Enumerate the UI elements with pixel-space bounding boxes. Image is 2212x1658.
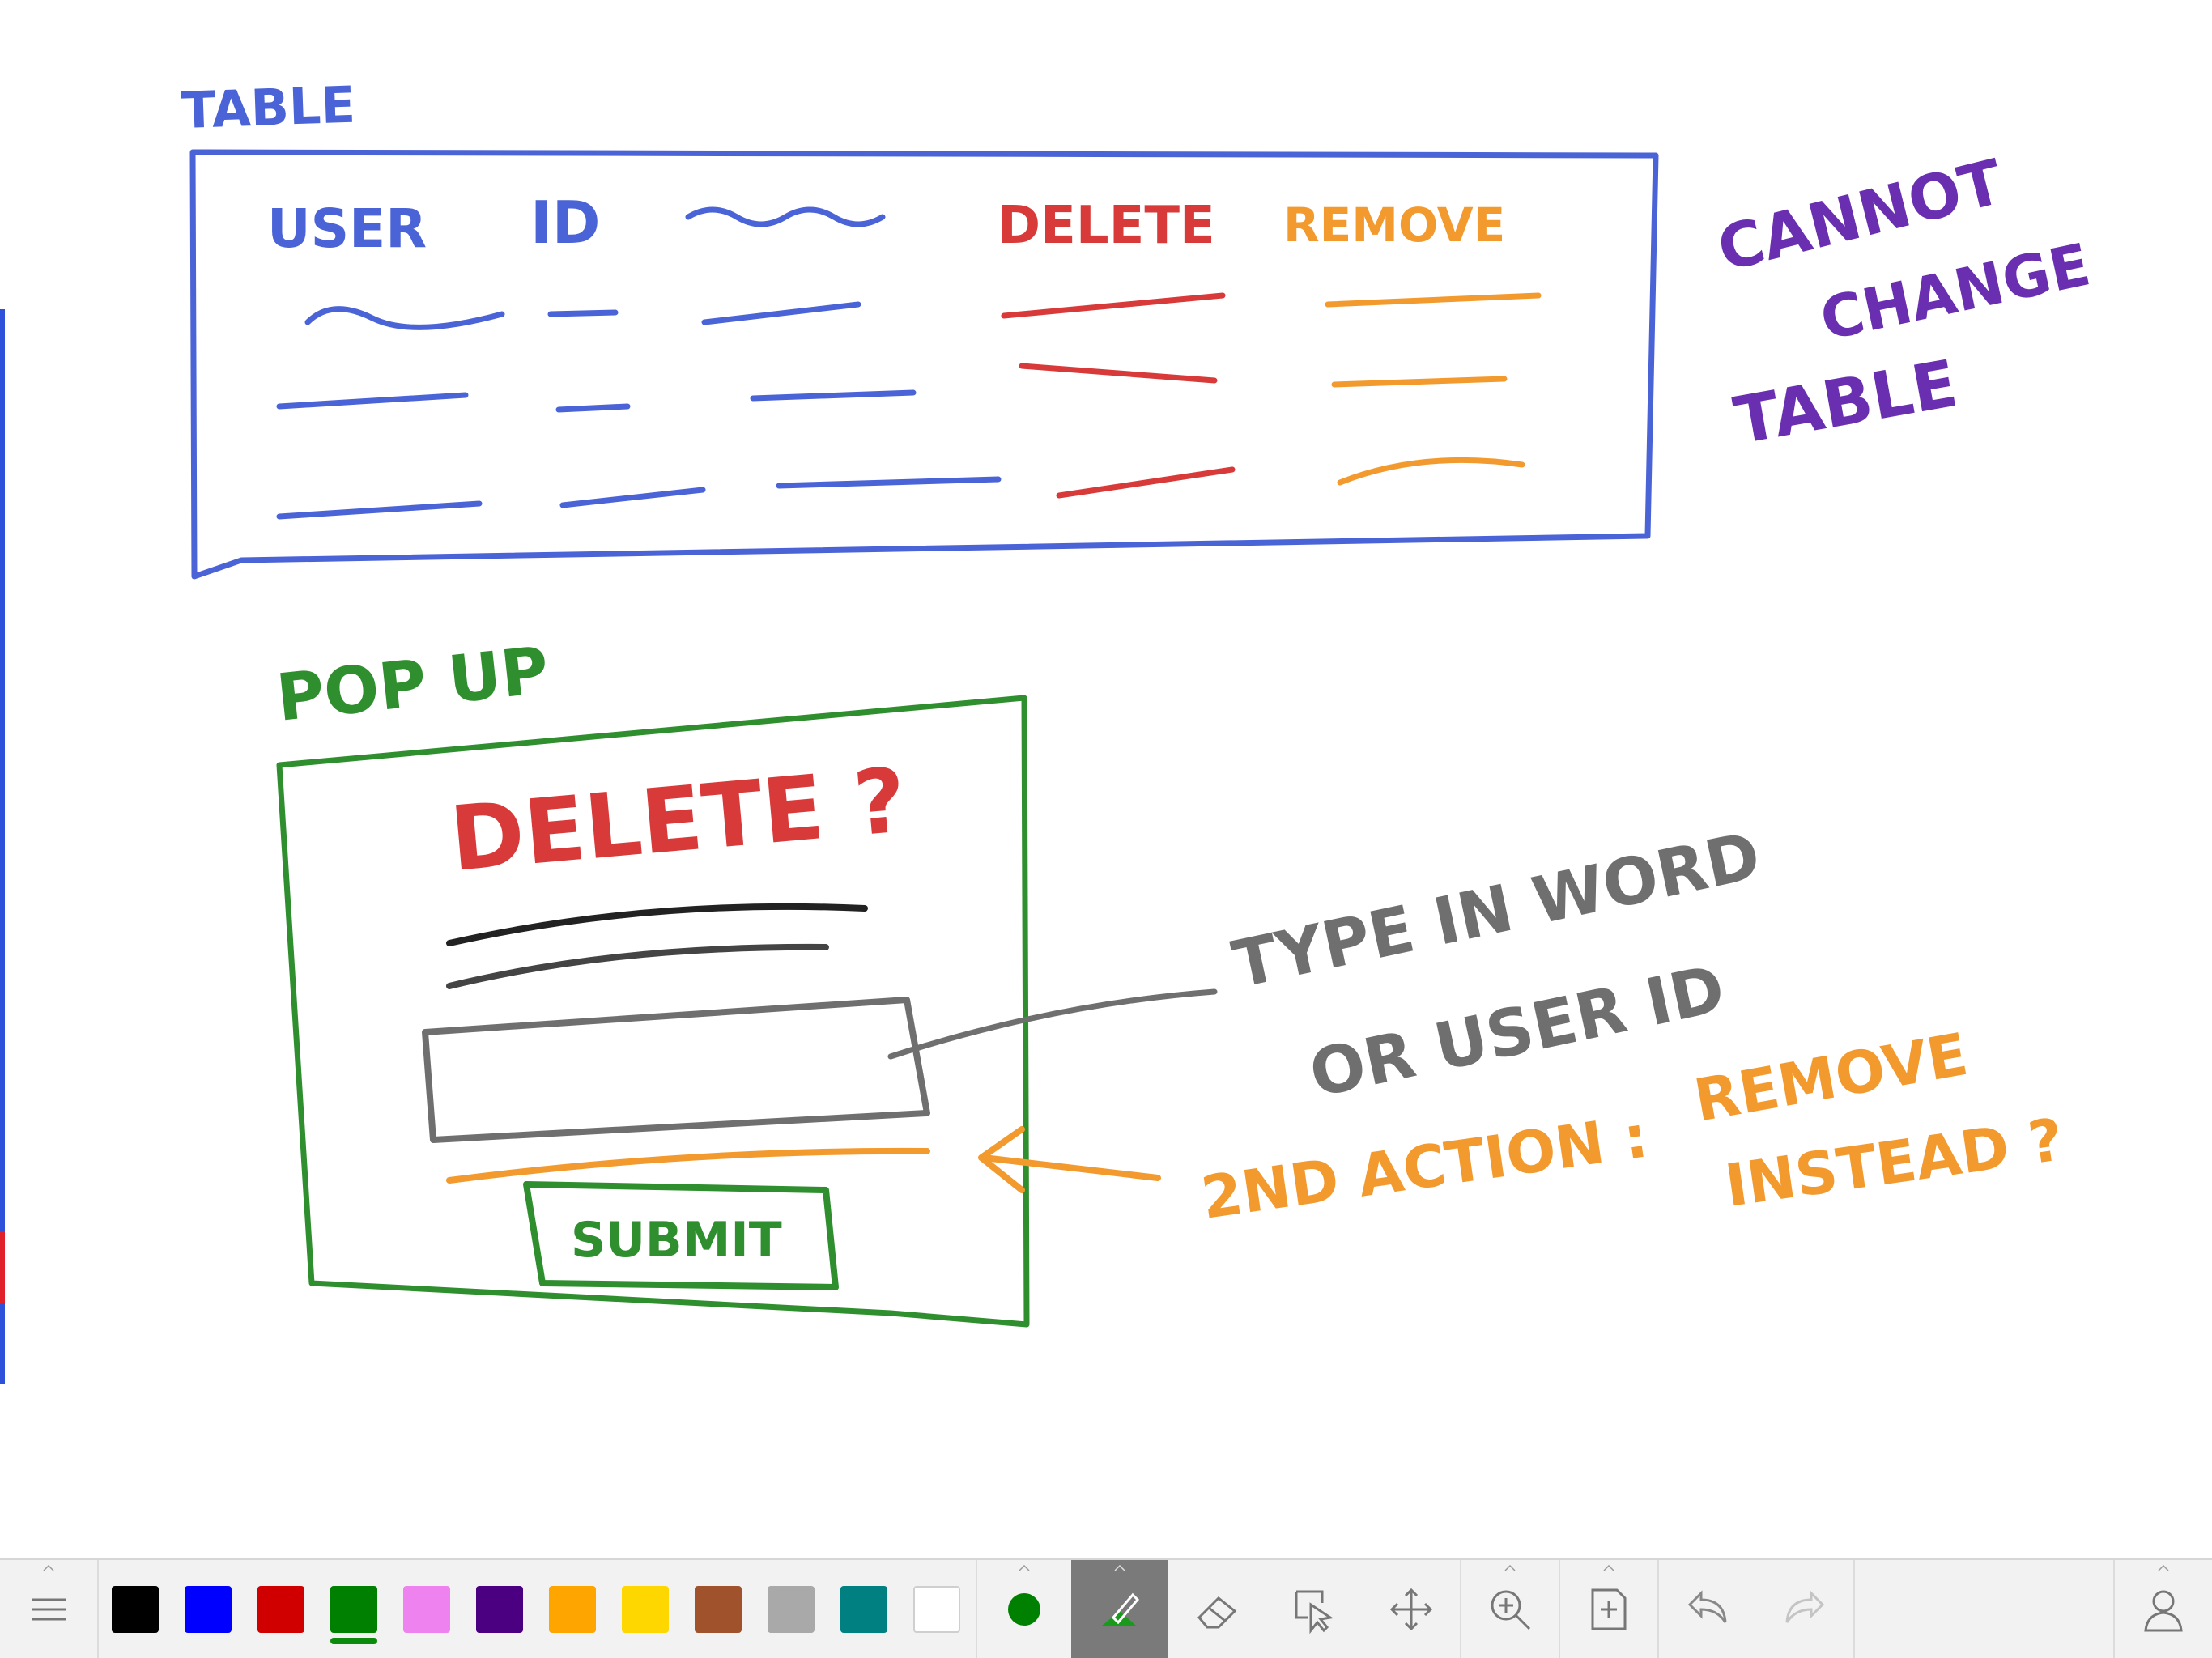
table-title: TABLE <box>181 75 356 140</box>
color-swatch-red[interactable] <box>257 1586 304 1633</box>
zoom-icon <box>1491 1590 1531 1630</box>
side-note: CANNOT CHANGE TABLE <box>1711 145 2096 458</box>
color-swatch-gray[interactable] <box>768 1586 815 1633</box>
color-swatch-indigo[interactable] <box>476 1586 523 1633</box>
eraser-tool-button[interactable] <box>1168 1560 1266 1658</box>
select-tool-button[interactable] <box>1266 1560 1363 1658</box>
bottom-toolbar <box>0 1558 2212 1658</box>
color-swatch-black[interactable] <box>112 1586 159 1633</box>
color-swatch-blue[interactable] <box>185 1586 232 1633</box>
svg-text:REMOVE: REMOVE <box>1689 1020 1972 1135</box>
color-swatch-yellow[interactable] <box>622 1586 669 1633</box>
user-icon <box>2144 1590 2183 1631</box>
color-swatch-pink[interactable] <box>403 1586 450 1633</box>
popup-text-line <box>446 943 829 989</box>
menu-icon <box>32 1598 66 1620</box>
redo-icon <box>1785 1589 1825 1623</box>
svg-text:INSTEAD ?: INSTEAD ? <box>1721 1105 2067 1220</box>
popup-input-box <box>422 997 930 1143</box>
color-swatch-green[interactable] <box>330 1586 377 1644</box>
menu-button[interactable] <box>0 1560 97 1658</box>
popup-submit-label: SUBMIT <box>571 1212 782 1269</box>
color-palette <box>97 1560 976 1658</box>
table-header-delete: DELETE <box>998 196 1215 256</box>
account-button[interactable] <box>2115 1560 2212 1658</box>
color-swatch-brown[interactable] <box>695 1586 742 1633</box>
popup-text-line <box>446 903 868 946</box>
redo-button[interactable] <box>1756 1560 1853 1658</box>
popup-heading: DELETE ? <box>446 748 910 891</box>
undo-icon <box>1687 1589 1727 1623</box>
table-header-squiggle <box>685 206 886 227</box>
table-header-id: ID <box>530 189 601 257</box>
annotation-type: TYPE IN WORD OR USER ID <box>1227 818 1767 1112</box>
eraser-icon <box>1197 1596 1237 1628</box>
current-color-button[interactable] <box>977 1560 1070 1658</box>
color-swatch-orange[interactable] <box>549 1586 596 1633</box>
table-header-user: USER <box>267 198 427 260</box>
zoom-tool-button[interactable] <box>1461 1560 1559 1658</box>
table-header-remove: REMOVE <box>1283 198 1505 253</box>
pen-icon <box>1102 1592 1140 1626</box>
brush-size-dot-icon <box>1007 1592 1040 1626</box>
drawing-canvas[interactable]: TABLE USER ID DELETE REMOVE CANNOT CHANG… <box>0 0 2212 1558</box>
svg-text:TABLE: TABLE <box>1729 346 1963 459</box>
page-edge-indicator-red <box>0 1231 5 1303</box>
color-swatch-white[interactable] <box>913 1586 960 1633</box>
add-page-icon <box>1591 1588 1627 1630</box>
svg-text:2ND ACTION :: 2ND ACTION : <box>1197 1102 1652 1231</box>
move-icon <box>1389 1588 1433 1630</box>
add-page-button[interactable] <box>1560 1560 1657 1658</box>
pen-tool-button[interactable] <box>1071 1560 1168 1658</box>
move-tool-button[interactable] <box>1363 1560 1460 1658</box>
annotation-arrow <box>978 1126 1161 1193</box>
annotation-connector <box>887 988 1218 1060</box>
table-rows <box>276 292 1542 520</box>
undo-button[interactable] <box>1659 1560 1756 1658</box>
page-edge-indicator <box>0 309 5 1384</box>
color-swatch-teal[interactable] <box>840 1586 887 1633</box>
popup-alt-line <box>446 1147 930 1184</box>
popup-title: POP UP <box>273 632 552 736</box>
select-icon <box>1295 1590 1334 1634</box>
